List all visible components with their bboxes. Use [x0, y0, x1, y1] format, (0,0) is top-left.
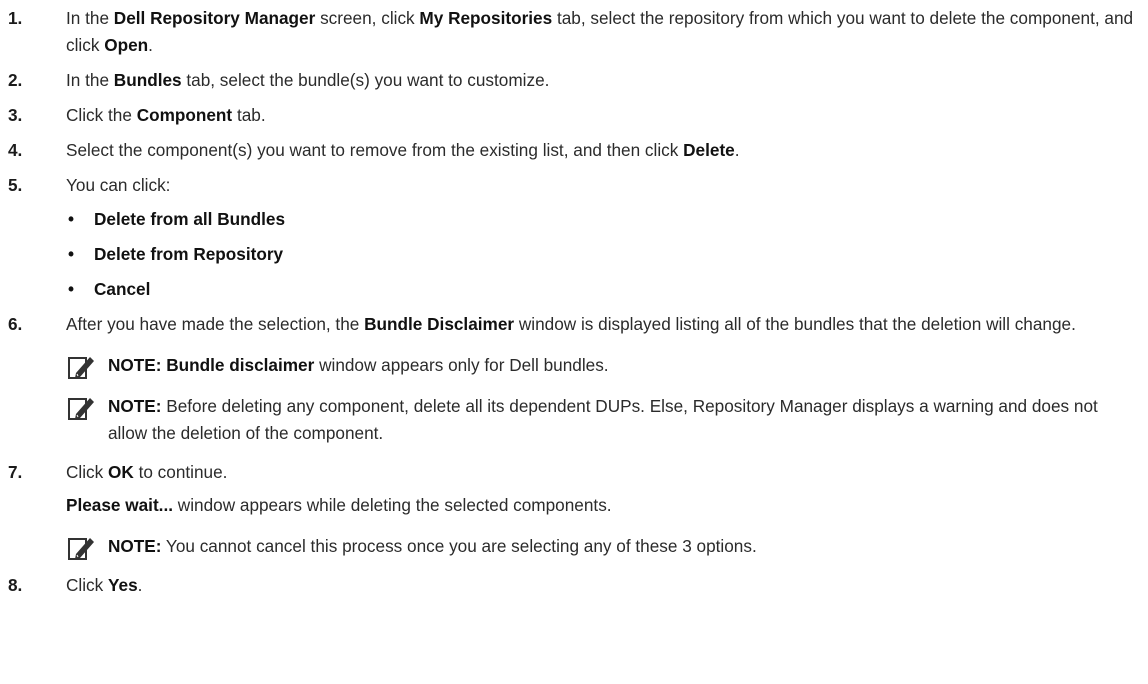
note-text: Before deleting any component, delete al… — [108, 396, 1098, 443]
step-text: window is displayed listing all of the b… — [514, 314, 1076, 334]
step-number: 7. — [8, 462, 23, 482]
option-label: Delete from Repository — [94, 244, 284, 264]
step-text: tab, select the bundle(s) you want to cu… — [181, 70, 550, 90]
note-label: NOTE: — [108, 536, 162, 556]
step-1: 1. In the Dell Repository Manager screen… — [8, 5, 1140, 59]
step-text: . — [734, 140, 740, 160]
note-label: NOTE: — [108, 355, 162, 375]
ui-term: Bundles — [113, 70, 182, 90]
ui-term: OK — [108, 462, 134, 482]
bullet: • — [68, 279, 75, 299]
ui-term: My Repositories — [419, 8, 553, 28]
note-text: window appears only for Dell bundles. — [314, 355, 609, 375]
ui-term: Delete — [683, 140, 735, 160]
step-8: 8. Click Yes. — [8, 572, 1140, 599]
option-label: Delete from all Bundles — [94, 209, 286, 229]
ui-term: Yes — [108, 575, 138, 595]
procedure-document: 1. In the Dell Repository Manager screen… — [0, 0, 1140, 599]
step-number: 4. — [8, 140, 23, 160]
step-number: 5. — [8, 175, 23, 195]
list-item: • Delete from all Bundles — [66, 206, 1140, 233]
step-text: Click the — [66, 105, 137, 125]
step-6: 6. After you have made the selection, th… — [8, 311, 1140, 447]
step-text: screen, click — [315, 8, 420, 28]
step-text: . — [137, 575, 143, 595]
step-4: 4. Select the component(s) you want to r… — [8, 137, 1140, 164]
note-pencil-icon — [68, 538, 94, 560]
step-5: 5. You can click: • Delete from all Bundl… — [8, 172, 1140, 303]
step-text: You can click: — [66, 175, 171, 195]
bullet: • — [68, 244, 75, 264]
step-text: In the — [66, 70, 114, 90]
step-number: 1. — [8, 8, 23, 28]
option-list: • Delete from all Bundles • Delete from Re… — [66, 206, 1140, 303]
note-label: NOTE: — [108, 396, 162, 416]
step-7: 7. Click OK to continue. Please wait... … — [8, 459, 1140, 560]
step-text: to continue. — [133, 462, 228, 482]
step-2: 2. In the Bundles tab, select the bundle… — [8, 67, 1140, 94]
note-3: NOTE: You cannot cancel this process onc… — [66, 533, 1140, 560]
note-pencil-icon — [68, 398, 94, 420]
note-text: You cannot cancel this process once you … — [161, 536, 757, 556]
step-3: 3. Click the Component tab. — [8, 102, 1140, 129]
bullet: • — [68, 209, 75, 229]
step-text: window appears while deleting the select… — [173, 495, 612, 515]
step-number: 3. — [8, 105, 23, 125]
list-item: • Cancel — [66, 276, 1140, 303]
step-number: 6. — [8, 314, 23, 334]
list-item: • Delete from Repository — [66, 241, 1140, 268]
step-number: 2. — [8, 70, 23, 90]
step-text: Select the component(s) you want to remo… — [66, 140, 684, 160]
note-2: NOTE: Before deleting any component, del… — [66, 393, 1140, 447]
step-text: . — [148, 35, 153, 55]
option-label: Cancel — [94, 279, 151, 299]
ui-term: Component — [136, 105, 233, 125]
ui-term: Bundle Disclaimer — [364, 314, 515, 334]
step-text: Click — [66, 575, 109, 595]
ui-term: Dell Repository Manager — [113, 8, 316, 28]
ui-term: Bundle disclaimer — [166, 355, 315, 375]
note-1: NOTE: Bundle disclaimer window appears o… — [66, 352, 1140, 379]
step-7-detail: Please wait... window appears while dele… — [66, 492, 1140, 519]
step-number: 8. — [8, 575, 23, 595]
step-text: After you have made the selection, the — [66, 314, 365, 334]
note-pencil-icon — [68, 357, 94, 379]
ui-term: Please wait... — [66, 495, 174, 515]
step-text: Click — [66, 462, 109, 482]
step-text: In the — [66, 8, 114, 28]
step-text: tab. — [232, 105, 266, 125]
ui-term: Open — [104, 35, 149, 55]
